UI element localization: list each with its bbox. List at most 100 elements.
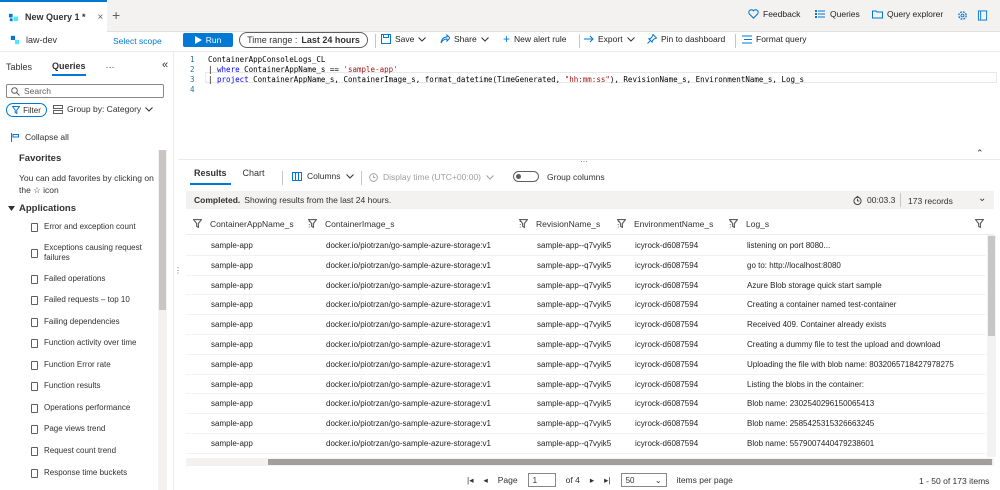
- query-item-label: Exceptions causing request failures: [44, 243, 142, 262]
- tab-results[interactable]: Results: [190, 168, 231, 185]
- group-columns-label: Group columns: [547, 171, 605, 182]
- feedback-button[interactable]: Feedback: [748, 9, 800, 19]
- query-item-label: Operations performance: [44, 403, 131, 412]
- column-filter-icon[interactable]: [975, 219, 984, 228]
- query-item[interactable]: Failing dependencies: [31, 317, 156, 327]
- previous-page-icon[interactable]: ◂: [483, 475, 487, 486]
- query-explorer-button[interactable]: Query explorer: [872, 9, 943, 19]
- filter-button[interactable]: Filter: [6, 103, 47, 117]
- query-item[interactable]: Failed operations: [31, 274, 156, 284]
- run-button[interactable]: Run: [183, 33, 233, 47]
- collapse-all-button[interactable]: Collapse all: [11, 132, 69, 142]
- share-button[interactable]: Share: [440, 34, 489, 44]
- query-item[interactable]: Function results: [31, 381, 156, 391]
- code-line-1[interactable]: ContainerAppConsoleLogs_CL: [208, 55, 325, 64]
- applications-category[interactable]: Applications: [8, 203, 76, 214]
- elapsed-value: 00:03.3: [867, 195, 896, 205]
- elapsed-time: 00:03.3: [853, 195, 895, 205]
- filter-icon[interactable]: [193, 219, 202, 228]
- tab-new-query-1[interactable]: New Query 1 * ×: [0, 0, 107, 32]
- column-header[interactable]: ContainerImage_s: [325, 213, 394, 235]
- document-icon: [31, 338, 38, 348]
- more-options-icon[interactable]: ···: [106, 62, 115, 72]
- table-cell: icyrock-d6087594: [635, 320, 699, 330]
- collapse-up-icon[interactable]: ⌃: [976, 148, 984, 159]
- editor-splitter-handle[interactable]: ···: [580, 157, 588, 166]
- toolbar-divider: [375, 34, 376, 48]
- select-scope-link[interactable]: Select scope: [113, 36, 162, 46]
- filter-icon[interactable]: [617, 219, 626, 228]
- column-header[interactable]: ContainerAppName_s: [210, 213, 294, 235]
- pin-label: Pin to dashboard: [661, 34, 726, 44]
- columns-icon: [292, 171, 302, 181]
- collapse-panel-icon[interactable]: «: [162, 59, 168, 71]
- query-item[interactable]: Error and exception count: [31, 222, 156, 232]
- queries-button[interactable]: Queries: [815, 9, 860, 19]
- document-icon: [31, 446, 38, 456]
- filter-icon[interactable]: [308, 219, 317, 228]
- export-button[interactable]: Export: [584, 34, 635, 44]
- format-query-button[interactable]: Format query: [742, 34, 807, 44]
- page-number-input[interactable]: 1: [527, 473, 556, 487]
- code-string: "hh:mm:ss": [564, 75, 610, 84]
- table-cell: Received 409. Container already exists: [747, 320, 887, 330]
- pin-to-dashboard-button[interactable]: Pin to dashboard: [647, 34, 725, 44]
- query-item-label: Failed requests – top 10: [44, 295, 130, 304]
- table-cell: sample-app: [211, 379, 253, 389]
- time-range-label: Time range :: [247, 35, 298, 45]
- save-button[interactable]: Save: [381, 34, 427, 44]
- tab-title: New Query 1 *: [25, 12, 86, 22]
- query-explorer-label: Query explorer: [887, 9, 944, 19]
- query-item[interactable]: Failed requests – top 10: [31, 295, 156, 305]
- column-header[interactable]: EnvironmentName_s: [634, 213, 713, 235]
- query-item[interactable]: Request count trend: [31, 446, 156, 456]
- panel-splitter-handle[interactable]: ⋮: [174, 266, 182, 275]
- code-line-2[interactable]: | where ContainerAppName_s == 'sample-ap…: [208, 65, 398, 74]
- left-panel-scroll-thumb[interactable]: [159, 150, 166, 310]
- tab-chart[interactable]: Chart: [243, 168, 265, 185]
- last-page-icon[interactable]: ▸|: [604, 475, 610, 486]
- chevron-down-icon[interactable]: ⌄: [978, 193, 986, 204]
- first-page-icon[interactable]: |◂: [467, 475, 473, 486]
- filter-icon[interactable]: [519, 219, 528, 228]
- filter-icon[interactable]: [729, 219, 738, 228]
- query-item[interactable]: Function activity over time: [31, 338, 156, 348]
- table-cell: sample-app: [211, 280, 253, 290]
- toggle-switch[interactable]: [513, 171, 539, 182]
- grid-horizontal-scroll-thumb[interactable]: [268, 459, 992, 465]
- gear-icon[interactable]: [957, 10, 968, 21]
- tab-queries[interactable]: Queries: [52, 58, 86, 76]
- time-range-button[interactable]: Time range : Last 24 hours: [239, 32, 368, 48]
- table-cell: docker.io/piotrzan/go-sample-azure-stora…: [326, 399, 491, 409]
- export-label: Export: [598, 34, 623, 44]
- items-per-page-select[interactable]: 50 ⌄: [620, 473, 667, 487]
- add-tab-button[interactable]: +: [112, 8, 120, 22]
- close-icon[interactable]: ×: [98, 12, 104, 23]
- query-item[interactable]: Page views trend: [31, 424, 156, 434]
- table-cell: icyrock-d6087594: [635, 260, 699, 270]
- book-icon[interactable]: [977, 10, 988, 21]
- column-header[interactable]: Log_s: [746, 213, 769, 235]
- table-cell: sample-app: [211, 419, 253, 429]
- column-header[interactable]: RevisionName_s: [536, 213, 600, 235]
- search-input[interactable]: Search: [6, 84, 164, 98]
- display-time-button[interactable]: Display time (UTC+00:00): [369, 172, 494, 182]
- query-item[interactable]: Function Error rate: [31, 360, 156, 370]
- table-cell: Blob name: 5579007440479238601: [747, 439, 875, 448]
- table-cell: sample-app: [211, 320, 253, 330]
- next-page-icon[interactable]: ▸: [590, 475, 594, 486]
- group-by-button[interactable]: Group by: Category: [53, 104, 154, 114]
- tab-tables[interactable]: Tables: [6, 62, 32, 72]
- new-alert-rule-button[interactable]: + New alert rule: [503, 33, 566, 45]
- queries-label: Queries: [830, 9, 860, 19]
- table-cell: sample-app: [211, 340, 253, 349]
- chevron-down-icon: [486, 174, 494, 180]
- group-columns-toggle[interactable]: Group columns: [513, 171, 605, 182]
- code-line-3[interactable]: | project ContainerAppName_s, ContainerI…: [208, 75, 804, 84]
- query-item[interactable]: Response time buckets: [31, 468, 156, 478]
- query-item[interactable]: Exceptions causing request failures: [31, 243, 156, 263]
- grid-vertical-scroll-thumb[interactable]: [988, 236, 995, 336]
- arrow-right-icon: [584, 35, 594, 43]
- columns-button[interactable]: Columns: [292, 171, 354, 181]
- query-item[interactable]: Operations performance: [31, 403, 156, 413]
